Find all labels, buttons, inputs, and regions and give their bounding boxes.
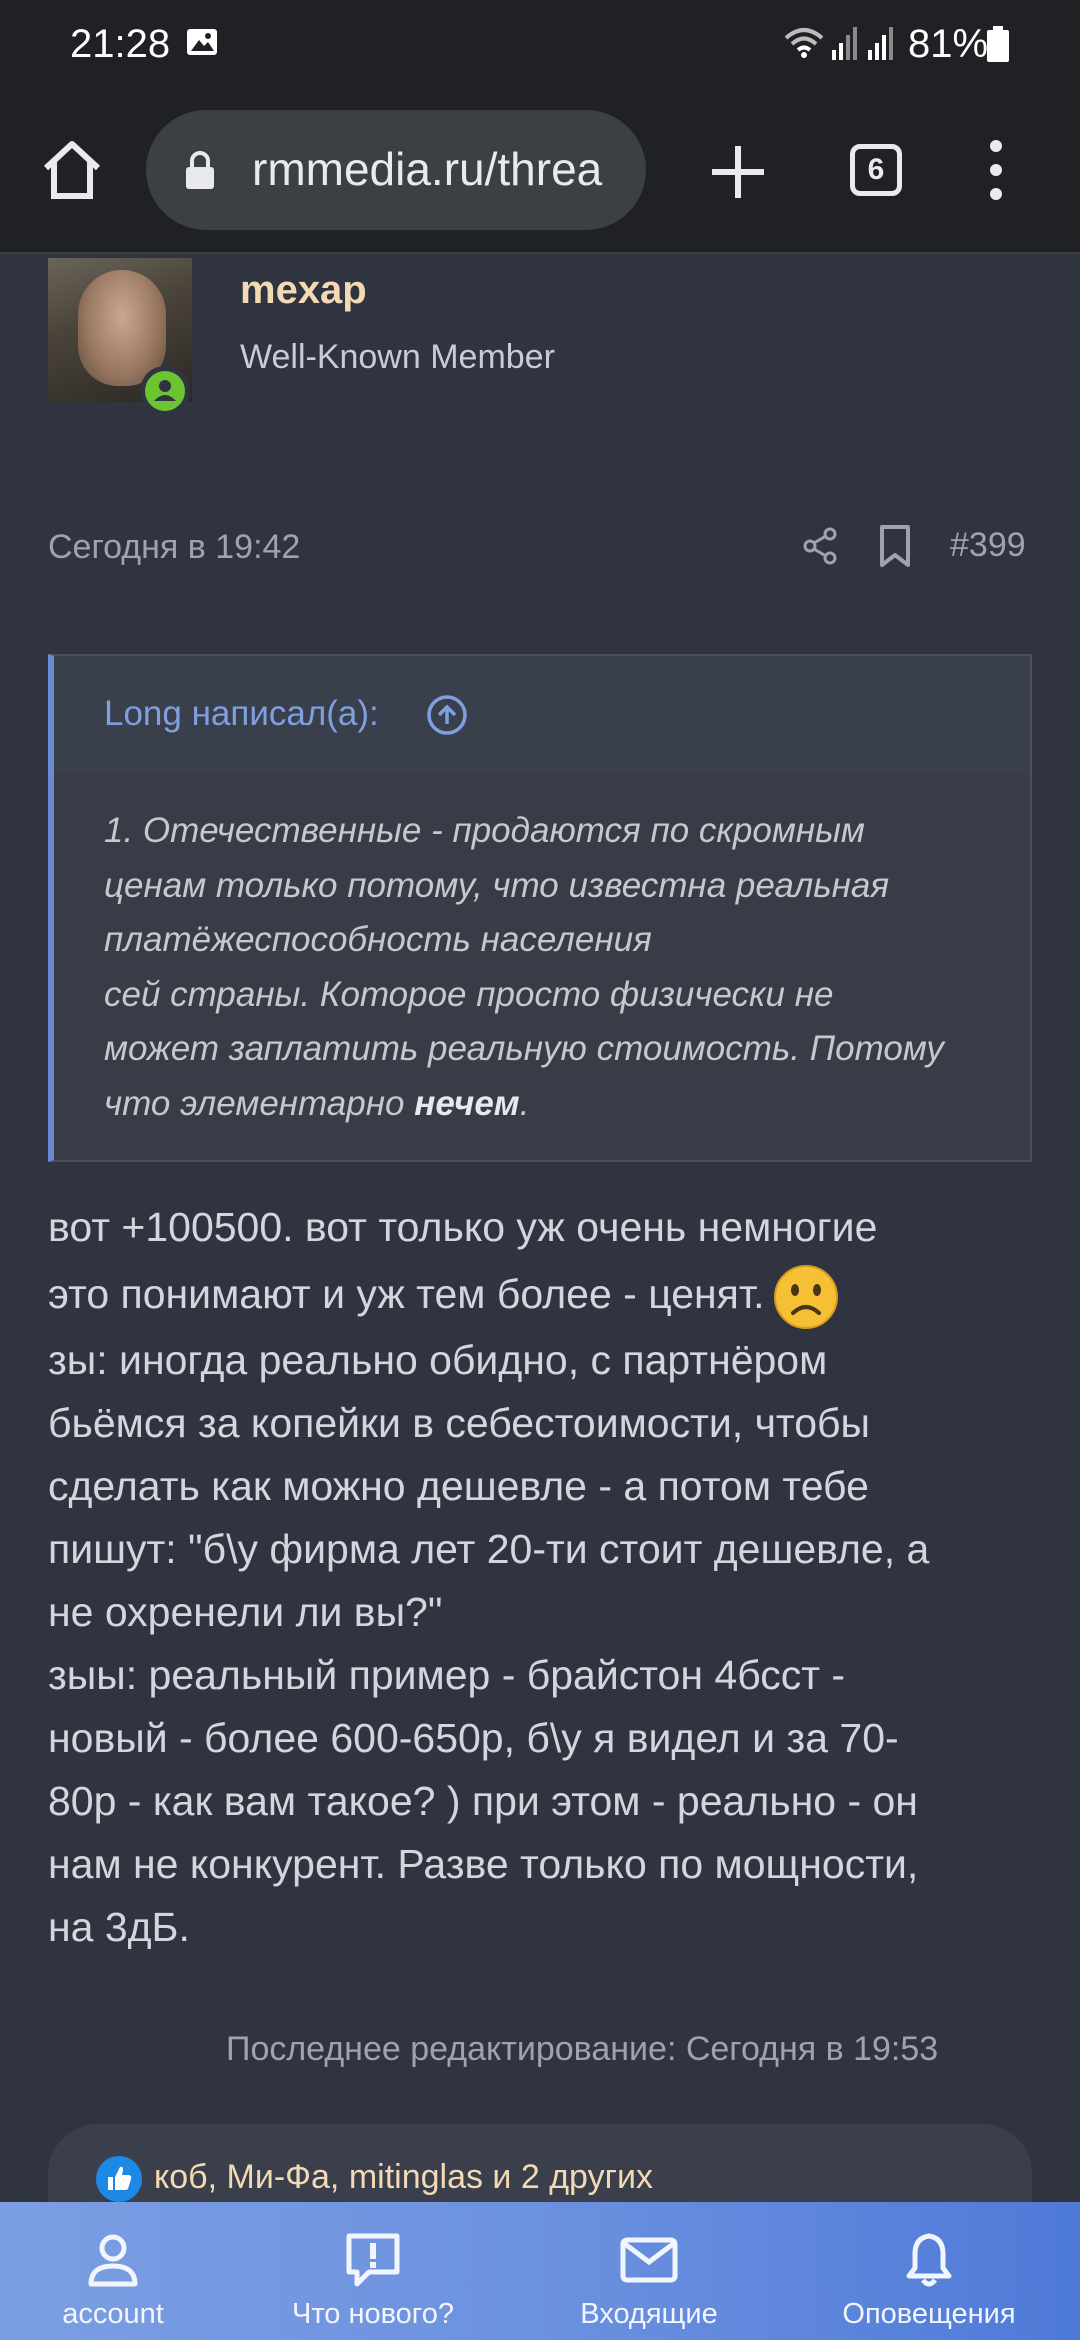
post-line: это понимают и уж тем более - ценят. bbox=[48, 1259, 1048, 1330]
post-line-text: это понимают и уж тем более - ценят. bbox=[48, 1271, 765, 1317]
gallery-icon bbox=[187, 29, 217, 55]
post-line: вот +100500. вот только уж очень немноги… bbox=[48, 1204, 878, 1250]
share-icon[interactable] bbox=[800, 526, 840, 566]
post-line: нам не конкурент. Разве только по мощнос… bbox=[48, 1841, 919, 1887]
nav-label: account bbox=[62, 2298, 164, 2330]
home-icon[interactable] bbox=[40, 138, 104, 202]
post-number[interactable]: #399 bbox=[950, 526, 1026, 565]
status-bar: 21:28 81% bbox=[0, 0, 1080, 92]
quote-text-span: . bbox=[519, 1083, 530, 1123]
signal-icon bbox=[832, 27, 857, 60]
post-line: зыы: реальный пример - брайстон 4бсст - bbox=[48, 1652, 846, 1698]
quote-line: платёжеспособность населения bbox=[104, 920, 652, 959]
battery-icon bbox=[987, 26, 1009, 62]
plus-icon[interactable] bbox=[708, 142, 768, 202]
bookmark-icon[interactable] bbox=[878, 524, 912, 568]
post-line: пишут: "б\у фирма лет 20-ти стоит дешевл… bbox=[48, 1526, 930, 1572]
reactions-text[interactable]: коб, Ми-Фа, mitinglas и 2 других bbox=[154, 2158, 653, 2197]
arrow-up-circle-icon[interactable] bbox=[426, 694, 468, 736]
post-line: зы: иногда реально обидно, с партнёром bbox=[48, 1337, 828, 1383]
post-body: вот +100500. вот только уж очень немноги… bbox=[48, 1196, 1048, 1959]
post-line: бьёмся за копейки в себестоимости, чтобы bbox=[48, 1400, 871, 1446]
quote-line: что элементарно нечем. bbox=[104, 1077, 1004, 1132]
quote-line: сей страны. Которое просто физически не bbox=[104, 974, 834, 1014]
post-line: не охренели ли вы?" bbox=[48, 1589, 443, 1635]
url-text: rmmedia.ru/threa bbox=[252, 143, 603, 195]
news-icon bbox=[346, 2233, 400, 2287]
last-edit-note: Последнее редактирование: Сегодня в 19:5… bbox=[226, 2030, 939, 2068]
post-line: сделать как можно дешевле - а потом тебе bbox=[48, 1463, 869, 1509]
quote-header: Long написал(а): bbox=[54, 656, 1030, 774]
post-date[interactable]: Сегодня в 19:42 bbox=[48, 528, 300, 567]
quote-line: может заплатить реальную стоимость. Пото… bbox=[104, 1029, 944, 1068]
tabs-icon[interactable]: 6 bbox=[850, 144, 902, 196]
quote-text: 1. Отечественные - продаются по скромным… bbox=[104, 804, 1004, 1131]
quote-line: 1. Отечественные - продаются по скромным bbox=[104, 811, 865, 850]
username[interactable]: mexap bbox=[240, 268, 367, 313]
like-icon bbox=[96, 2156, 142, 2202]
more-vert-icon[interactable] bbox=[984, 138, 1008, 202]
nav-label: Входящие bbox=[580, 2298, 718, 2330]
quote-line: ценам только потому, что известна реальн… bbox=[104, 865, 890, 905]
signal-icon bbox=[868, 27, 893, 60]
nav-alerts[interactable]: Оповещения bbox=[794, 2202, 1064, 2340]
browser-toolbar: rmmedia.ru/threa 6 bbox=[0, 92, 1080, 254]
user-title: Well-Known Member bbox=[240, 338, 555, 376]
quote-author[interactable]: Long написал(а): bbox=[104, 694, 379, 734]
nav-label: Что нового? bbox=[291, 2298, 455, 2330]
quote-text-span: что элементарно bbox=[104, 1083, 415, 1123]
sad-face-emoji-icon bbox=[773, 1265, 838, 1330]
nav-label: Оповещения bbox=[842, 2298, 1016, 2330]
nav-whats-new[interactable]: Что нового? bbox=[238, 2202, 508, 2340]
bell-icon bbox=[906, 2233, 952, 2287]
wifi-icon bbox=[784, 28, 824, 58]
nav-inbox[interactable]: Входящие bbox=[514, 2202, 784, 2340]
address-bar[interactable]: rmmedia.ru/threa bbox=[146, 110, 646, 230]
bottom-nav: account Что нового? Входящие Оповещения bbox=[0, 2202, 1080, 2340]
mail-icon bbox=[620, 2237, 678, 2283]
quote-bold-word: нечем bbox=[414, 1083, 520, 1123]
lock-icon bbox=[186, 151, 214, 189]
post-line: на 3дБ. bbox=[48, 1904, 190, 1950]
user-icon bbox=[88, 2234, 138, 2287]
status-time: 21:28 bbox=[70, 22, 171, 66]
battery-percent: 81% bbox=[908, 22, 989, 66]
post-line: новый - более 600-650р, б\у я видел и за… bbox=[48, 1715, 899, 1761]
online-status-icon bbox=[140, 366, 190, 416]
quote-block: Long написал(а): 1. Отечественные - прод… bbox=[48, 654, 1032, 1162]
post-line: 80р - как вам такое? ) при этом - реальн… bbox=[48, 1778, 918, 1824]
nav-account[interactable]: account bbox=[0, 2202, 248, 2340]
